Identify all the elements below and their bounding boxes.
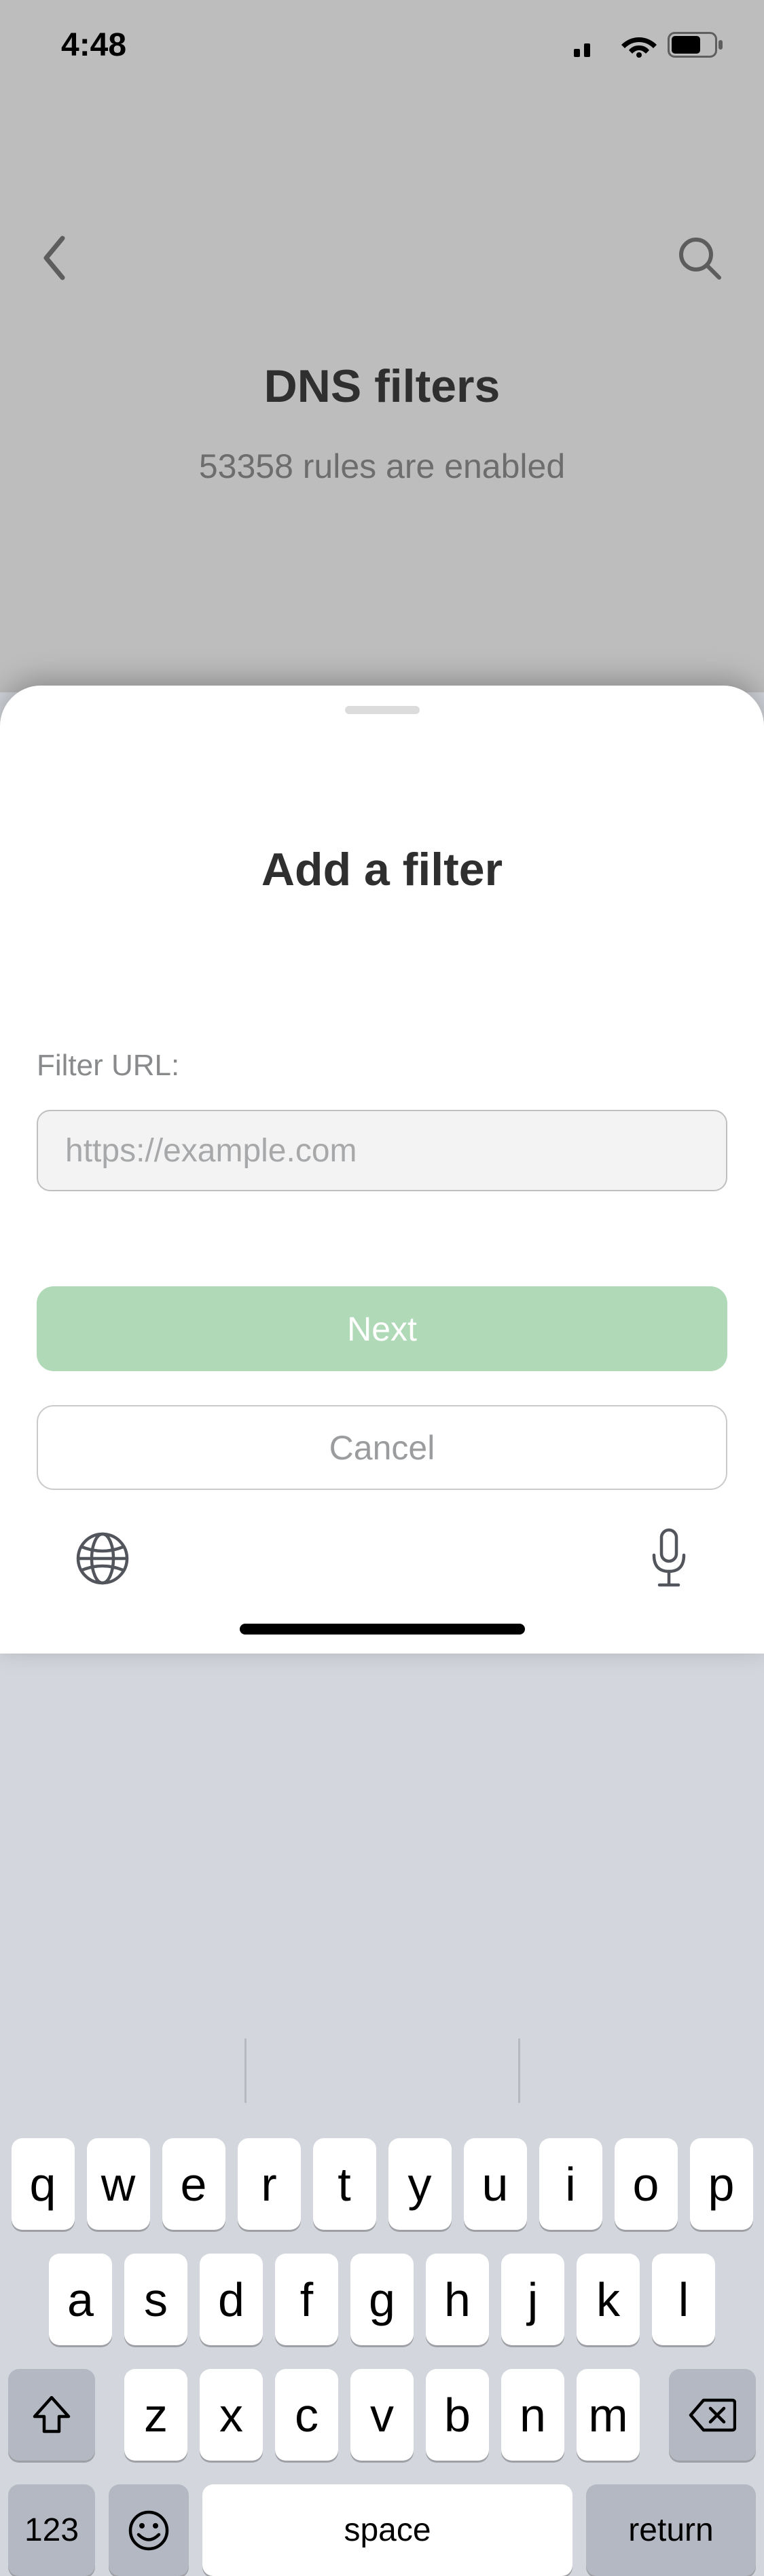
dictation-button[interactable] <box>649 1528 689 1589</box>
key-e[interactable]: e <box>162 2138 225 2230</box>
key-s[interactable]: s <box>124 2254 187 2345</box>
keyboard-row-1: qwertyuiop <box>0 2138 764 2230</box>
globe-button[interactable] <box>75 1531 130 1586</box>
form-area: Filter URL: Next Cancel <box>0 1049 764 1490</box>
backspace-key[interactable] <box>669 2369 756 2461</box>
nav-bar <box>0 210 764 305</box>
wifi-icon <box>621 32 657 58</box>
keyboard: qwertyuiop asdfghjkl zxcvbnm 123 <box>0 1979 764 2026</box>
sheet-grabber[interactable] <box>345 706 420 714</box>
key-x[interactable]: x <box>200 2369 263 2461</box>
sheet-title: Add a filter <box>0 843 764 896</box>
return-key[interactable]: return <box>586 2484 756 2576</box>
key-j[interactable]: j <box>501 2254 564 2345</box>
page-title: DNS filters <box>0 360 764 413</box>
search-button[interactable] <box>676 234 723 282</box>
key-p[interactable]: p <box>690 2138 753 2230</box>
key-z[interactable]: z <box>124 2369 187 2461</box>
keyboard-row-4: 123 space return <box>0 2484 764 2576</box>
key-v[interactable]: v <box>350 2369 414 2461</box>
back-button[interactable] <box>41 234 68 282</box>
key-d[interactable]: d <box>200 2254 263 2345</box>
keyboard-row-2: asdfghjkl <box>0 2254 764 2345</box>
key-g[interactable]: g <box>350 2254 414 2345</box>
key-a[interactable]: a <box>49 2254 112 2345</box>
key-f[interactable]: f <box>275 2254 338 2345</box>
numbers-key[interactable]: 123 <box>8 2484 95 2576</box>
key-y[interactable]: y <box>388 2138 452 2230</box>
shift-key[interactable] <box>8 2369 95 2461</box>
key-r[interactable]: r <box>238 2138 301 2230</box>
key-k[interactable]: k <box>577 2254 640 2345</box>
search-icon <box>676 234 723 282</box>
chevron-left-icon <box>41 234 68 282</box>
space-key[interactable]: space <box>202 2484 572 2576</box>
key-i[interactable]: i <box>539 2138 602 2230</box>
next-button[interactable]: Next <box>37 1286 727 1371</box>
dim-overlay[interactable] <box>0 0 764 692</box>
page-subtitle: 53358 rules are enabled <box>0 447 764 486</box>
shift-icon <box>32 2396 71 2434</box>
battery-icon <box>668 32 723 58</box>
emoji-key[interactable] <box>109 2484 189 2576</box>
key-m[interactable]: m <box>577 2369 640 2461</box>
keyboard-row-3: zxcvbnm <box>0 2369 764 2461</box>
key-u[interactable]: u <box>464 2138 527 2230</box>
status-time: 4:48 <box>61 26 126 64</box>
microphone-icon <box>649 1528 689 1589</box>
suggestion-separator <box>244 2038 247 2103</box>
key-c[interactable]: c <box>275 2369 338 2461</box>
status-icons <box>574 32 723 58</box>
page-header: DNS filters 53358 rules are enabled <box>0 360 764 486</box>
globe-icon <box>75 1531 130 1586</box>
filter-url-label: Filter URL: <box>37 1049 727 1083</box>
emoji-icon <box>128 2509 170 2552</box>
status-bar: 4:48 <box>0 0 764 90</box>
key-b[interactable]: b <box>426 2369 489 2461</box>
cellular-icon <box>574 33 611 57</box>
key-q[interactable]: q <box>12 2138 75 2230</box>
suggestion-separator <box>518 2038 520 2103</box>
cancel-button[interactable]: Cancel <box>37 1405 727 1490</box>
key-h[interactable]: h <box>426 2254 489 2345</box>
key-w[interactable]: w <box>87 2138 150 2230</box>
key-l[interactable]: l <box>652 2254 715 2345</box>
key-t[interactable]: t <box>313 2138 376 2230</box>
key-o[interactable]: o <box>615 2138 678 2230</box>
keyboard-suggestion-bar <box>0 2026 764 2114</box>
home-indicator[interactable] <box>240 1624 525 1635</box>
key-n[interactable]: n <box>501 2369 564 2461</box>
filter-url-input[interactable] <box>37 1110 727 1191</box>
backspace-icon <box>689 2398 736 2432</box>
